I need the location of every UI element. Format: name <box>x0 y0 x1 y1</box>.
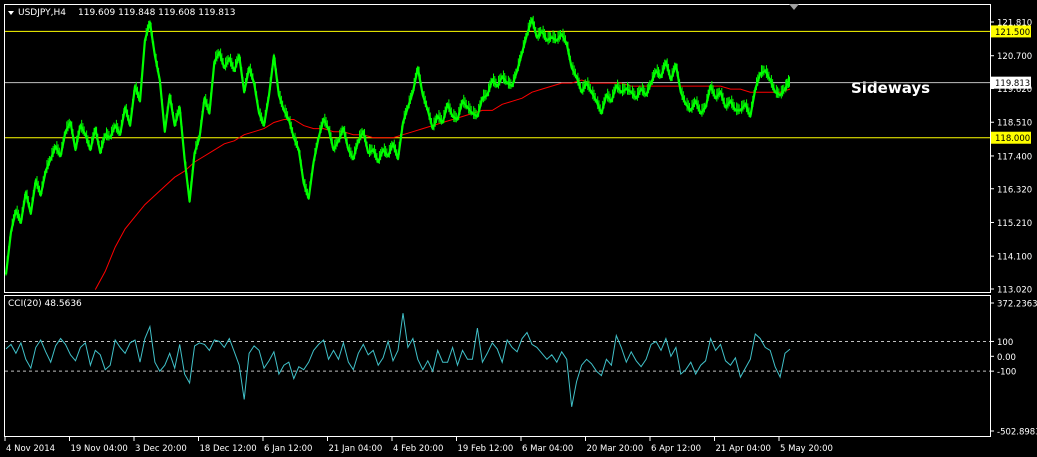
x-tick-label: 4 Feb 20:00 <box>393 444 443 454</box>
level-label-1: 118.000 <box>995 134 1030 144</box>
cci-label: CCI(20) 48.5636 <box>8 299 82 309</box>
price-tick-label: 117.400 <box>997 152 1032 162</box>
level-label-0: 121.500 <box>995 28 1030 38</box>
cci-tick-label: 372.2363 <box>997 300 1037 310</box>
price-panel[interactable] <box>4 4 991 293</box>
cci-line <box>5 313 791 407</box>
sideways-annotation: Sideways <box>851 79 930 97</box>
price-line <box>4 18 790 275</box>
x-tick-label: 6 Jan 12:00 <box>264 444 312 454</box>
symbol-label: USDJPY,H4 <box>18 8 66 18</box>
panel-marker-icon <box>789 4 799 10</box>
price-tick-label: 113.020 <box>997 286 1032 296</box>
chart-dropdown-icon[interactable] <box>8 11 14 15</box>
moving-average-line <box>94 79 791 290</box>
x-tick-label: 4 Nov 2014 <box>6 444 55 454</box>
x-tick-label: 18 Dec 12:00 <box>200 444 257 454</box>
x-tick-label: 21 Jan 04:00 <box>329 444 383 454</box>
cci-panel[interactable] <box>4 295 991 437</box>
price-tick-label: 119.620 <box>997 85 1032 95</box>
cci-tick-label: -502.8983 <box>997 428 1037 438</box>
cci-tick-label: 100 <box>997 338 1013 348</box>
price-tick-label: 116.320 <box>997 185 1032 195</box>
x-tick-label: 3 Dec 20:00 <box>135 444 187 454</box>
price-tick-label: 120.700 <box>997 52 1032 62</box>
price-tick-label: 114.100 <box>997 253 1032 263</box>
x-tick-label: 19 Feb 12:00 <box>458 444 514 454</box>
x-tick-label: 6 Apr 12:00 <box>651 444 701 454</box>
x-tick-label: 20 Mar 20:00 <box>587 444 644 454</box>
price-tick-label: 121.810 <box>997 19 1032 29</box>
cci-tick-label: -100 <box>997 368 1016 378</box>
x-tick-label: 19 Nov 04:00 <box>71 444 128 454</box>
price-tick-label: 115.210 <box>997 219 1032 229</box>
cci-tick-label: 0.00 <box>997 353 1016 363</box>
price-tick-label: 118.510 <box>997 119 1032 129</box>
x-tick-label: 21 Apr 04:00 <box>716 444 771 454</box>
trading-chart[interactable]: USDJPY,H4 119.609 119.848 119.608 119.81… <box>0 0 1037 457</box>
ohlc-values: 119.609 119.848 119.608 119.813 <box>78 8 235 18</box>
x-tick-label: 6 Mar 04:00 <box>522 444 573 454</box>
x-tick-label: 5 May 20:00 <box>780 444 833 454</box>
